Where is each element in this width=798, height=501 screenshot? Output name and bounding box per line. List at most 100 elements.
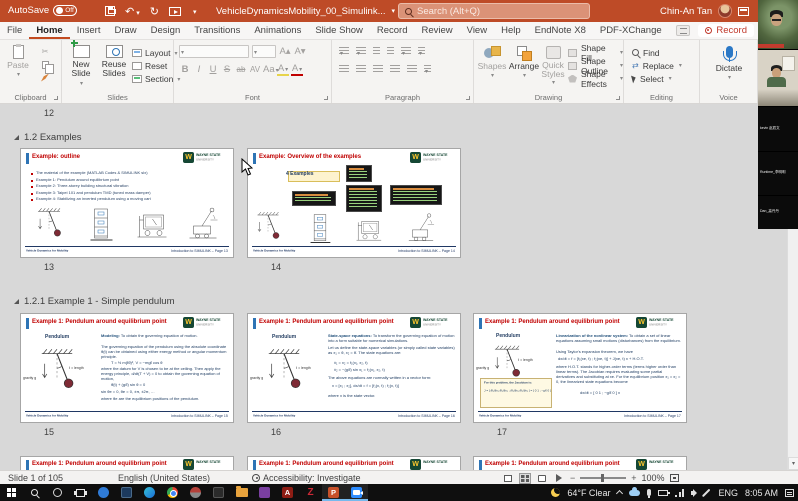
- clipboard-dialog-launcher[interactable]: [54, 96, 58, 100]
- slide-thumbnail-15[interactable]: Example 1: Pendulum around equilibrium p…: [20, 313, 234, 423]
- select-button[interactable]: Select: [632, 72, 682, 85]
- text-direction-icon[interactable]: [418, 47, 425, 55]
- calculator-icon[interactable]: [207, 484, 230, 501]
- slide-thumbnail-20[interactable]: Example 1: Pendulum around equilibrium p…: [473, 456, 687, 470]
- tab-help[interactable]: Help: [494, 22, 528, 39]
- tab-design[interactable]: Design: [144, 22, 188, 39]
- shape-effects-button[interactable]: Shape Effects: [568, 72, 623, 85]
- paragraph-dialog-launcher[interactable]: [466, 96, 470, 100]
- taskbar-search-icon[interactable]: [23, 484, 46, 501]
- search-input[interactable]: [417, 6, 583, 17]
- meeting-camera-icon[interactable]: [345, 484, 368, 501]
- hidden-icons-chevron[interactable]: [616, 490, 623, 497]
- replace-button[interactable]: ⇄Replace: [632, 59, 682, 72]
- onedrive-icon[interactable]: [629, 490, 640, 496]
- user-avatar[interactable]: [718, 4, 732, 18]
- tab-insert[interactable]: Insert: [70, 22, 108, 39]
- italic-button[interactable]: I: [193, 64, 205, 75]
- battery-icon[interactable]: [658, 490, 668, 496]
- new-slide-button[interactable]: New Slide: [65, 45, 97, 87]
- cut-icon[interactable]: ✂: [38, 46, 52, 57]
- task-view-icon[interactable]: [69, 484, 92, 501]
- video-tile-2[interactable]: [758, 50, 798, 106]
- tab-pdf-xchange[interactable]: PDF-XChange: [593, 22, 669, 39]
- clock[interactable]: 8:05 AM: [745, 488, 778, 498]
- reading-view-button[interactable]: [536, 473, 548, 484]
- shrink-font-icon[interactable]: A▾: [294, 46, 306, 57]
- slide-thumbnail-13[interactable]: Example: outline W WAYNE STATE UNIVERSIT…: [20, 148, 234, 258]
- audio-tile-3[interactable]: Dan_高丹丹: [758, 196, 798, 229]
- redo-icon[interactable]: ↻: [150, 5, 159, 18]
- slide-thumbnail-19[interactable]: Example 1: Pendulum around equilibrium p…: [247, 456, 461, 470]
- tab-file[interactable]: File: [0, 22, 29, 39]
- autosave-toggle[interactable]: AutoSave Off: [8, 5, 77, 16]
- account-area[interactable]: Chin-An Tan: [660, 0, 749, 22]
- drawing-dialog-launcher[interactable]: [616, 96, 620, 100]
- tab-transitions[interactable]: Transitions: [187, 22, 247, 39]
- zoom-level[interactable]: 100%: [642, 473, 665, 483]
- tab-animations[interactable]: Animations: [247, 22, 308, 39]
- record-button[interactable]: Record: [698, 24, 754, 37]
- audio-tile-2[interactable]: Runtime_李明明: [758, 152, 798, 195]
- justify-icon[interactable]: [390, 65, 400, 73]
- tab-home[interactable]: Home: [29, 22, 69, 39]
- quick-styles-button[interactable]: Quick Styles: [540, 46, 566, 86]
- comments-icon[interactable]: [676, 25, 690, 36]
- tab-view[interactable]: View: [460, 22, 494, 39]
- photos-app-icon[interactable]: [115, 484, 138, 501]
- copy-icon[interactable]: [38, 59, 52, 70]
- video-tile-1[interactable]: [758, 0, 798, 49]
- tab-record[interactable]: Record: [370, 22, 415, 39]
- reuse-slides-button[interactable]: Reuse Slides: [98, 45, 130, 79]
- action-center-icon[interactable]: [785, 489, 794, 497]
- section-collapse-icon[interactable]: [14, 299, 19, 304]
- pen-icon[interactable]: [702, 488, 710, 496]
- audio-tile-1[interactable]: kevin 赵辰文: [758, 107, 798, 151]
- undo-icon[interactable]: ↶: [125, 5, 140, 18]
- zotero-icon[interactable]: Z: [299, 484, 322, 501]
- font-dialog-launcher[interactable]: [324, 96, 328, 100]
- arrange-button[interactable]: Arrange: [508, 46, 540, 80]
- file-explorer-icon[interactable]: [230, 484, 253, 501]
- tab-review[interactable]: Review: [415, 22, 460, 39]
- grow-font-icon[interactable]: A▴: [279, 46, 291, 57]
- section-header-example1[interactable]: 1.2.1 Example 1 - Simple pendulum: [14, 296, 175, 307]
- slide-thumbnail-17[interactable]: Example 1: Pendulum around equilibrium p…: [473, 313, 687, 423]
- slide-thumbnail-14[interactable]: Example: Overview of the examples W WAYN…: [247, 148, 461, 258]
- weather-text[interactable]: 64°F Clear: [567, 488, 610, 498]
- app-icon-purple[interactable]: [253, 484, 276, 501]
- slideshow-view-button[interactable]: [553, 473, 565, 484]
- increase-indent-icon[interactable]: [387, 47, 394, 55]
- tray-microphone-icon[interactable]: [647, 489, 651, 496]
- search-box[interactable]: [398, 3, 590, 19]
- save-icon[interactable]: [105, 6, 115, 16]
- section-collapse-icon[interactable]: [14, 135, 19, 140]
- bold-button[interactable]: B: [179, 64, 191, 75]
- ribbon-display-options-icon[interactable]: [738, 7, 749, 16]
- font-color-icon[interactable]: A: [291, 63, 303, 76]
- scrollbar-down-arrow[interactable]: ▾: [788, 457, 798, 470]
- input-language[interactable]: ENG: [718, 488, 738, 498]
- normal-view-button[interactable]: [502, 473, 514, 484]
- character-spacing-icon[interactable]: AV: [249, 65, 261, 74]
- app-icon-gray-red[interactable]: [184, 484, 207, 501]
- format-painter-icon[interactable]: [38, 72, 52, 83]
- autosave-switch[interactable]: Off: [53, 5, 77, 16]
- tab-endnote[interactable]: EndNote X8: [528, 22, 593, 39]
- bullets-icon[interactable]: [339, 47, 349, 55]
- zoom-slider[interactable]: [580, 477, 626, 479]
- customize-qat-icon[interactable]: [191, 5, 197, 17]
- tab-slide-show[interactable]: Slide Show: [308, 22, 370, 39]
- align-left-icon[interactable]: [339, 65, 349, 73]
- strikethrough-button[interactable]: S: [221, 64, 233, 75]
- powerpoint-icon[interactable]: P: [322, 484, 345, 501]
- accessibility-status[interactable]: Accessibility: Investigate: [252, 471, 361, 485]
- slide-thumbnail-16[interactable]: Example 1: Pendulum around equilibrium p…: [247, 313, 461, 423]
- slide-sorter-view-button[interactable]: [519, 473, 531, 484]
- columns-icon[interactable]: [407, 65, 417, 73]
- paste-button[interactable]: Paste: [5, 45, 31, 79]
- weather-moon-icon[interactable]: [551, 488, 560, 497]
- start-slideshow-icon[interactable]: [169, 7, 181, 16]
- text-highlight-icon[interactable]: A: [277, 63, 289, 76]
- shapes-button[interactable]: Shapes: [478, 46, 506, 80]
